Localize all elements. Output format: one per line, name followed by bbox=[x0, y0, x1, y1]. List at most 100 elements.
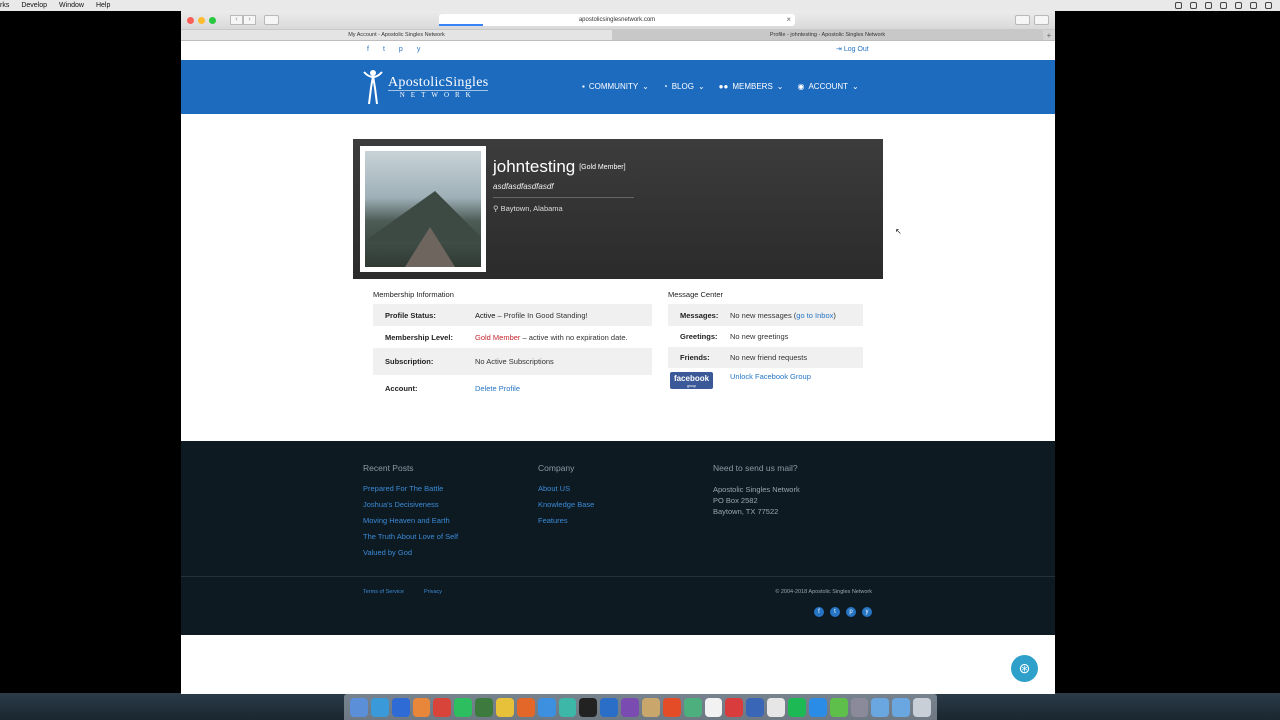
recent-post-link[interactable]: Joshua's Decisiveness bbox=[363, 500, 458, 509]
github-icon[interactable] bbox=[621, 697, 640, 717]
pinterest-icon[interactable]: p bbox=[846, 607, 856, 617]
status-icon[interactable] bbox=[1175, 2, 1182, 9]
pinterest-icon[interactable]: p bbox=[399, 46, 403, 53]
app-store-icon[interactable] bbox=[391, 697, 410, 717]
status-icon[interactable] bbox=[1235, 2, 1242, 9]
documents-folder-icon[interactable] bbox=[892, 697, 911, 717]
social-links-bottom: f t p y bbox=[814, 607, 872, 617]
telegram-icon[interactable] bbox=[370, 697, 389, 717]
comment-icon: ▪ bbox=[582, 82, 585, 91]
scrivener-icon[interactable] bbox=[767, 697, 786, 717]
company-link[interactable]: Features bbox=[538, 516, 594, 525]
terminal-icon[interactable] bbox=[579, 697, 598, 717]
menu-item-window[interactable]: Window bbox=[59, 2, 84, 9]
trash-icon[interactable] bbox=[913, 697, 932, 717]
recent-post-link[interactable]: Prepared For The Battle bbox=[363, 484, 458, 493]
minimize-window-button[interactable] bbox=[198, 16, 205, 24]
swift-icon[interactable] bbox=[662, 697, 681, 717]
downloads-folder-icon[interactable] bbox=[871, 697, 890, 717]
facebook-icon[interactable]: f bbox=[814, 607, 824, 617]
social-links-top: f t p y bbox=[367, 46, 420, 53]
firefox-icon[interactable] bbox=[516, 697, 535, 717]
menu-item-help[interactable]: Help bbox=[96, 2, 110, 9]
maps-icon[interactable] bbox=[558, 697, 577, 717]
page-load-progress bbox=[439, 24, 483, 26]
row-value: No new friend requests bbox=[730, 353, 808, 362]
logout-icon: ⇥ bbox=[836, 46, 842, 53]
row-value: Active – Profile In Good Standing! bbox=[475, 311, 588, 320]
zoom-window-button[interactable] bbox=[209, 16, 216, 24]
menu-item-partial[interactable]: rks bbox=[0, 2, 9, 9]
status-icon[interactable] bbox=[1220, 2, 1227, 9]
youtube-icon[interactable]: y bbox=[862, 607, 872, 617]
dashboard-icon: ◉ bbox=[797, 82, 805, 91]
new-tab-icon[interactable]: + bbox=[1043, 30, 1055, 40]
pages-icon[interactable] bbox=[412, 697, 431, 717]
messages-icon[interactable] bbox=[808, 697, 827, 717]
delete-profile-link[interactable]: Delete Profile bbox=[475, 384, 520, 393]
evernote-icon[interactable] bbox=[454, 697, 473, 717]
sequel-icon[interactable] bbox=[642, 697, 660, 717]
unlock-facebook-group-link[interactable]: Unlock Facebook Group bbox=[730, 372, 811, 381]
logout-link[interactable]: ⇥ Log Out bbox=[836, 45, 869, 53]
nav-community[interactable]: ▪ COMMUNITY ⌄ bbox=[582, 82, 649, 91]
status-icon[interactable] bbox=[1265, 2, 1272, 9]
row-label: Subscription: bbox=[385, 357, 434, 366]
profile-photo[interactable] bbox=[365, 151, 481, 267]
calendar-icon[interactable] bbox=[704, 697, 723, 717]
twitter-icon[interactable]: t bbox=[383, 46, 385, 53]
membership-section: Membership Information Profile Status: A… bbox=[361, 279, 652, 393]
tab-my-account[interactable]: My Account - Apostolic Singles Network bbox=[181, 30, 612, 40]
tab-profile[interactable]: Profile - johntesting - Apostolic Single… bbox=[612, 30, 1043, 40]
share-button[interactable] bbox=[1015, 15, 1030, 25]
close-window-button[interactable] bbox=[187, 16, 194, 24]
table-row: Messages: No new messages (go to Inbox) bbox=[668, 304, 863, 326]
membership-badge: [Gold Member] bbox=[579, 164, 626, 172]
mail-heading: Need to send us mail? bbox=[713, 463, 798, 473]
terms-link[interactable]: Terms of Service bbox=[363, 589, 404, 595]
stop-loading-icon[interactable]: × bbox=[786, 14, 791, 26]
company-link[interactable]: Knowledge Base bbox=[538, 500, 594, 509]
spotify-icon[interactable] bbox=[788, 697, 806, 717]
back-button[interactable]: ‹ bbox=[230, 15, 243, 25]
recent-post-link[interactable]: The Truth About Love of Self bbox=[363, 532, 458, 541]
help-lifebuoy-icon[interactable]: ⊛ bbox=[1011, 655, 1038, 682]
company-link[interactable]: About US bbox=[538, 484, 594, 493]
youtube-icon[interactable]: y bbox=[417, 46, 421, 53]
status-icon[interactable] bbox=[1190, 2, 1197, 9]
tab-bar: My Account - Apostolic Singles Network P… bbox=[181, 30, 1055, 41]
creative-cloud-icon[interactable] bbox=[725, 697, 744, 717]
go-to-inbox-link[interactable]: go to Inbox bbox=[796, 311, 833, 320]
profile-header-card: johntesting [Gold Member] asdfasdfasdfasd… bbox=[353, 139, 902, 279]
address-bar[interactable]: apostolicsinglesnetwork.com × bbox=[439, 14, 795, 26]
twitter-icon[interactable]: t bbox=[830, 607, 840, 617]
table-row: Greetings: No new greetings bbox=[668, 326, 863, 347]
forward-button[interactable]: › bbox=[243, 15, 256, 25]
sketch-icon[interactable] bbox=[683, 697, 702, 717]
privacy-link[interactable]: Privacy bbox=[424, 589, 442, 595]
preferences-icon[interactable] bbox=[850, 697, 869, 717]
safari-icon[interactable] bbox=[537, 697, 556, 717]
sidebar-toggle-button[interactable] bbox=[264, 15, 279, 25]
chrome-icon[interactable] bbox=[496, 697, 514, 717]
menu-item-develop[interactable]: Develop bbox=[21, 2, 47, 9]
finder-icon[interactable] bbox=[350, 697, 368, 717]
nav-blog[interactable]: ◔ BLOG ⌄ bbox=[663, 82, 705, 91]
nav-account[interactable]: ◉ ACCOUNT ⌄ bbox=[797, 82, 858, 91]
address-line: Apostolic Singles Network bbox=[713, 485, 800, 494]
vscode-icon[interactable] bbox=[600, 697, 619, 717]
show-tabs-button[interactable] bbox=[1034, 15, 1049, 25]
status-icon[interactable] bbox=[1250, 2, 1257, 9]
facebook-icon[interactable]: f bbox=[367, 46, 369, 53]
row-value: No Active Subscriptions bbox=[475, 357, 554, 366]
recent-post-link[interactable]: Valued by God bbox=[363, 548, 458, 557]
status-icon[interactable] bbox=[1205, 2, 1212, 9]
table-row: facebook group Unlock Facebook Group bbox=[668, 368, 863, 395]
facetime-icon[interactable] bbox=[829, 697, 848, 717]
todoist-icon[interactable] bbox=[433, 697, 452, 717]
site-logo[interactable]: ApostolicSingles NETWORK bbox=[362, 68, 489, 106]
teamviewer-icon[interactable] bbox=[746, 697, 765, 717]
recent-post-link[interactable]: Moving Heaven and Earth bbox=[363, 516, 458, 525]
shield-icon[interactable] bbox=[475, 697, 494, 717]
nav-members[interactable]: ●● MEMBERS ⌄ bbox=[719, 82, 784, 91]
